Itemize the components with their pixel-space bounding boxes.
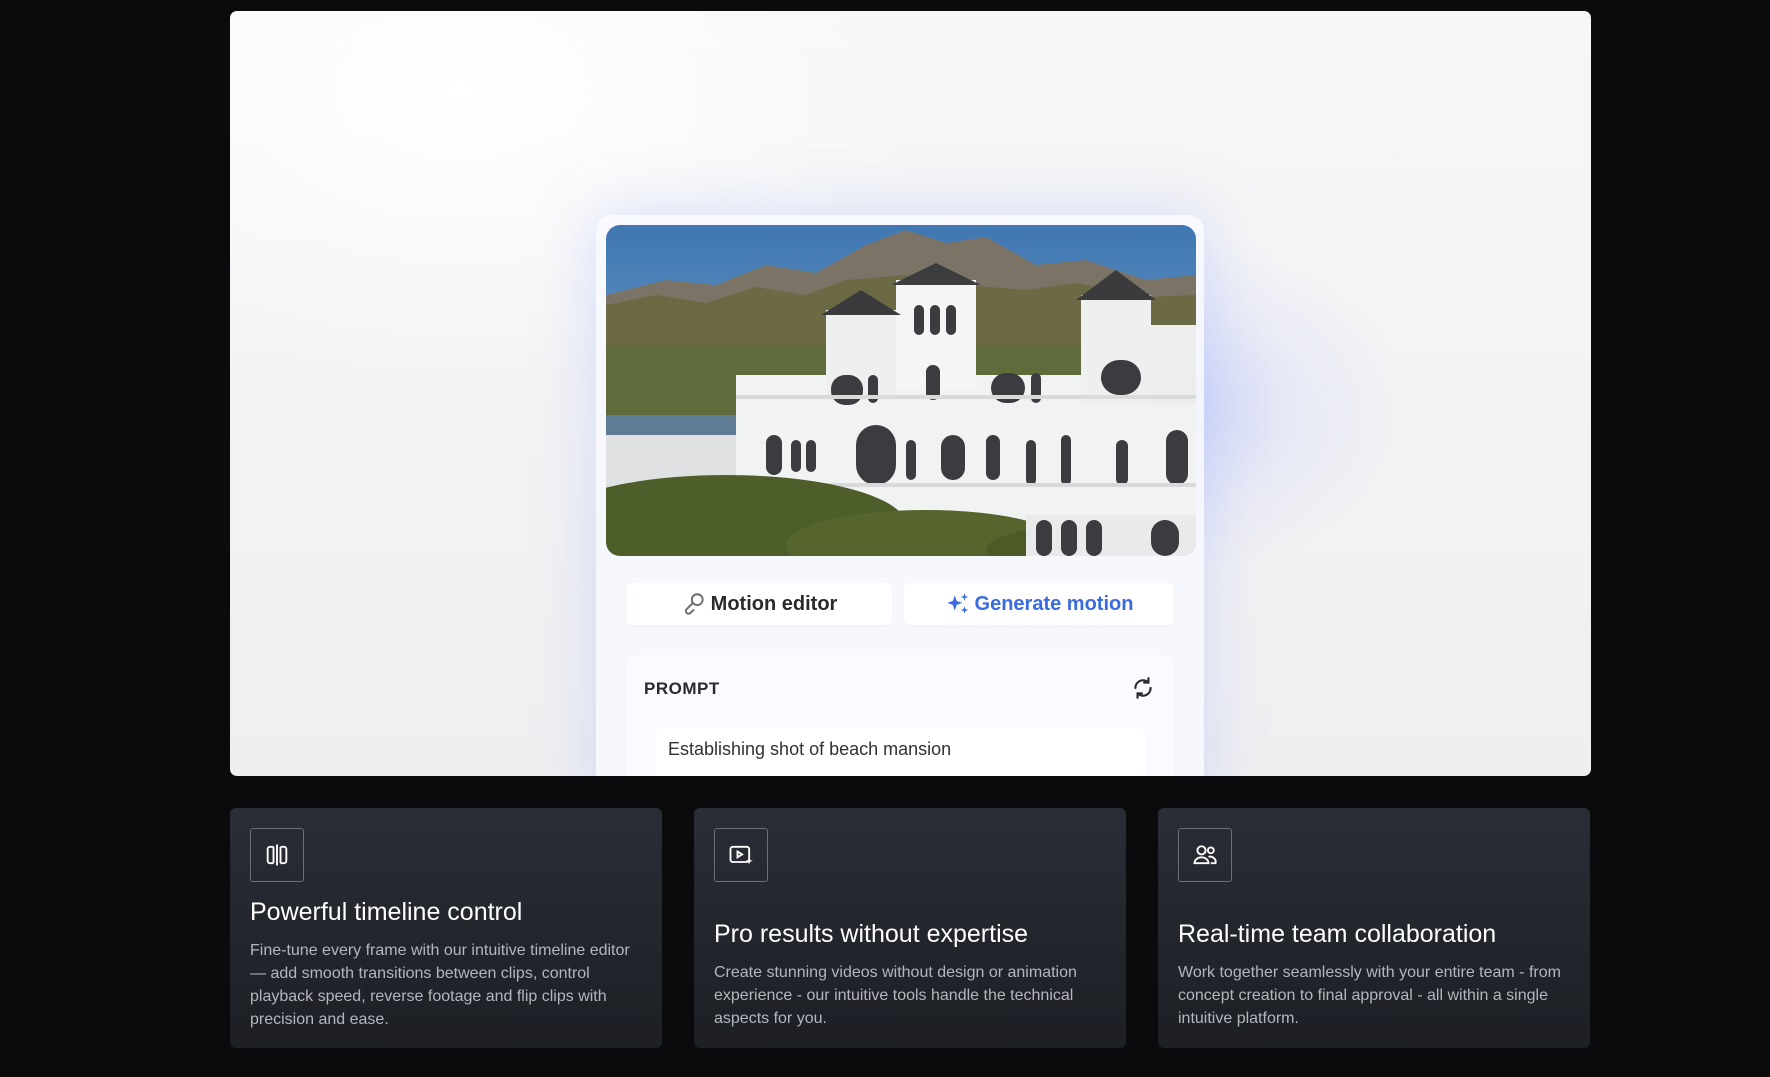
hero-showcase: Motion editor Generate motion PROMPT Est…	[230, 11, 1591, 776]
demo-card: Motion editor Generate motion PROMPT Est…	[596, 215, 1204, 776]
prompt-label: PROMPT	[644, 679, 720, 698]
feature-title: Pro results without expertise	[714, 920, 1029, 948]
feature-card-pro-results: Pro results without expertise Create stu…	[694, 808, 1126, 1048]
features-section: Powerful timeline control Fine-tune ever…	[230, 808, 1591, 1048]
motion-editor-label: Motion editor	[710, 592, 838, 615]
beach-mansion-image	[606, 225, 1196, 556]
feature-title: Real-time team collaboration	[1178, 920, 1497, 948]
team-icon	[1178, 828, 1232, 882]
sparkles-icon	[946, 593, 968, 614]
generate-motion-label: Generate motion	[974, 592, 1134, 615]
prompt-input[interactable]: Establishing shot of beach mansion	[656, 727, 1146, 776]
feature-title: Powerful timeline control	[250, 898, 523, 926]
feature-description: Fine-tune every frame with our intuitive…	[250, 942, 630, 1028]
feature-card-timeline: Powerful timeline control Fine-tune ever…	[230, 808, 662, 1048]
motion-editor-tab[interactable]: Motion editor	[626, 583, 892, 625]
feature-description: Create stunning videos without design or…	[714, 964, 1077, 1027]
refresh-icon[interactable]	[1130, 675, 1156, 701]
video-sparkle-icon	[714, 828, 768, 882]
feature-card-collaboration: Real-time team collaboration Work togeth…	[1158, 808, 1590, 1048]
feature-description: Work together seamlessly with your entir…	[1178, 964, 1561, 1027]
generate-motion-tab[interactable]: Generate motion	[904, 583, 1174, 625]
video-preview[interactable]	[606, 225, 1196, 556]
prompt-panel: PROMPT Establishing shot of beach mansio…	[626, 655, 1174, 776]
link-icon	[684, 593, 704, 615]
split-timeline-icon	[250, 828, 304, 882]
